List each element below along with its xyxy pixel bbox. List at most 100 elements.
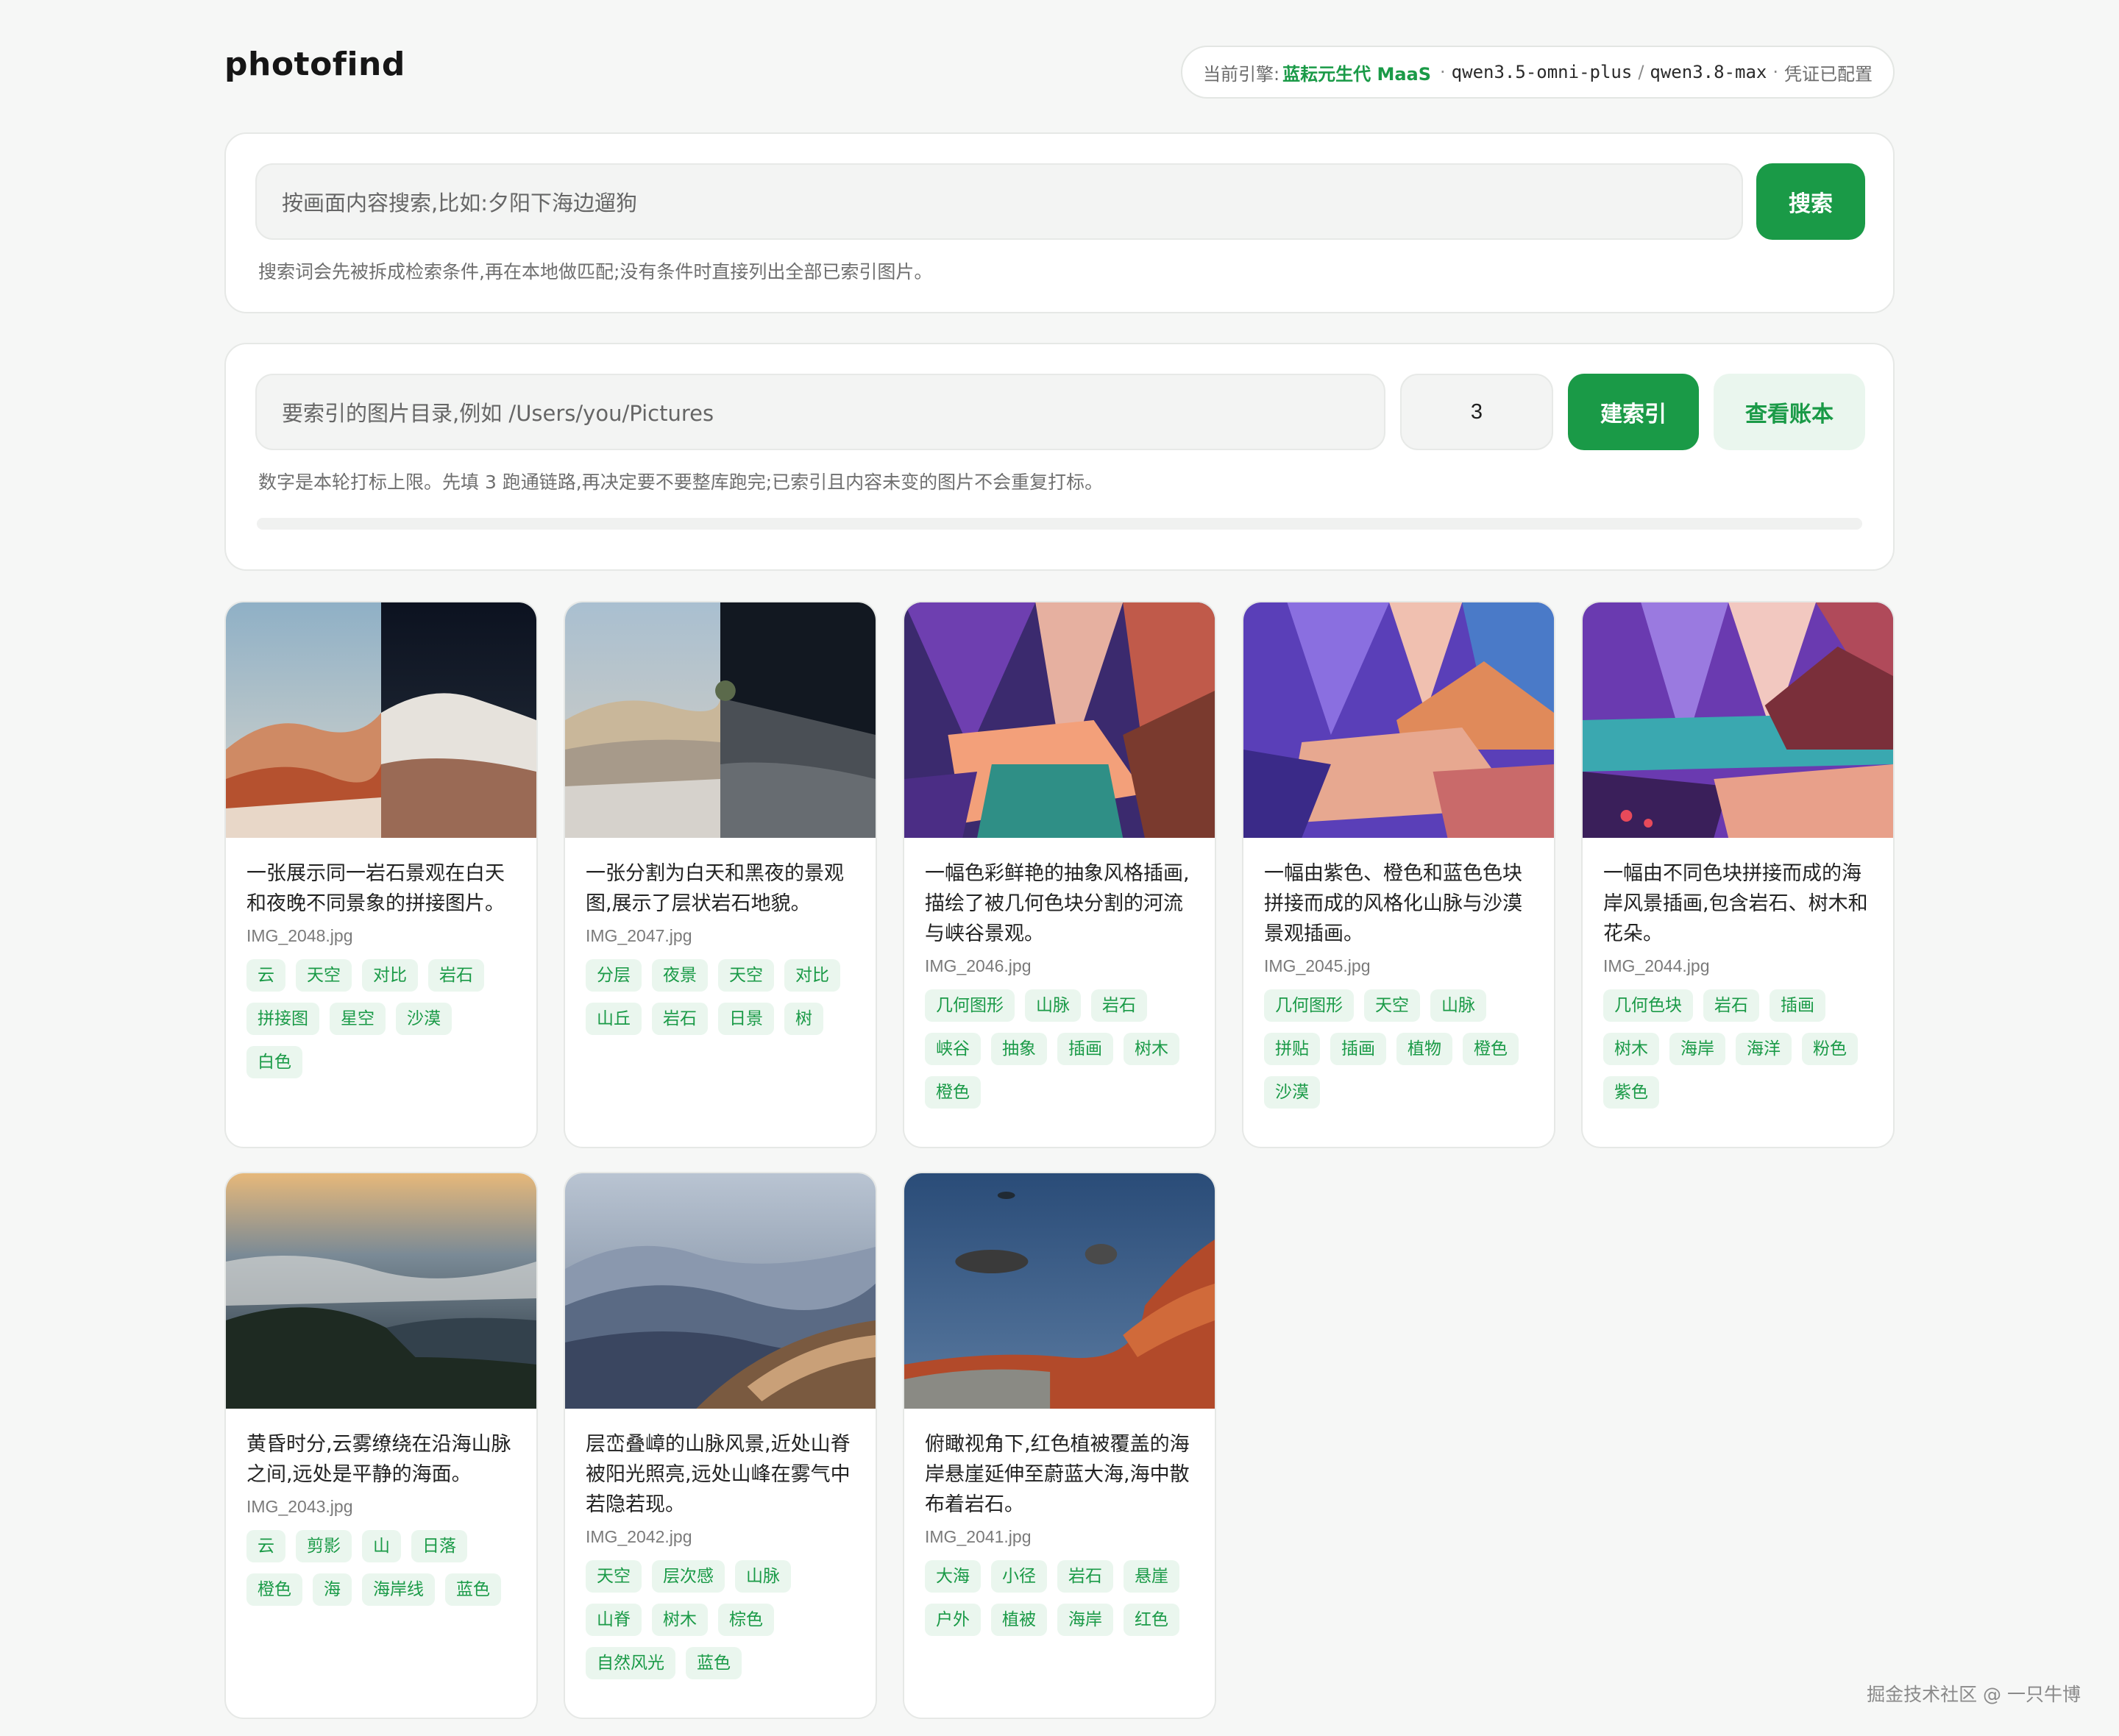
- tag[interactable]: 拼贴: [1264, 1033, 1320, 1065]
- tag[interactable]: 山: [362, 1530, 401, 1562]
- tag[interactable]: 岩石: [1091, 989, 1147, 1022]
- result-card[interactable]: 一幅色彩鲜艳的抽象风格插画,描绘了被几何色块分割的河流与峡谷景观。 IMG_20…: [903, 601, 1216, 1148]
- credential-status: 凭证已配置: [1784, 63, 1873, 85]
- tag[interactable]: 对比: [362, 959, 418, 992]
- tag[interactable]: 云: [246, 1530, 285, 1562]
- photo-thumbnail: [565, 602, 876, 838]
- tag[interactable]: 山脉: [735, 1560, 791, 1593]
- tag[interactable]: 分层: [586, 959, 642, 992]
- tag[interactable]: 粉色: [1802, 1033, 1858, 1065]
- result-card[interactable]: 一张展示同一岩石景观在白天和夜晚不同景象的拼接图片。 IMG_2048.jpg …: [224, 601, 538, 1148]
- limit-value: 3: [1470, 399, 1483, 424]
- tag[interactable]: 天空: [296, 959, 352, 992]
- build-index-button[interactable]: 建索引: [1568, 374, 1699, 450]
- tag[interactable]: 岩石: [652, 1003, 708, 1035]
- separator-slash: /: [1638, 62, 1644, 82]
- tag[interactable]: 紫色: [1603, 1076, 1659, 1109]
- photo-thumbnail: [226, 1173, 536, 1409]
- tag[interactable]: 橙色: [925, 1076, 981, 1109]
- tag[interactable]: 红色: [1124, 1604, 1179, 1636]
- tag[interactable]: 几何色块: [1603, 989, 1693, 1022]
- tag[interactable]: 岩石: [428, 959, 484, 992]
- tag[interactable]: 橙色: [246, 1573, 302, 1606]
- result-card[interactable]: 黄昏时分,云雾缭绕在沿海山脉之间,远处是平静的海面。 IMG_2043.jpg …: [224, 1172, 538, 1719]
- engine-model-primary: qwen3.5-omni-plus: [1451, 62, 1633, 82]
- tag[interactable]: 拼接图: [246, 1003, 319, 1035]
- tag[interactable]: 植物: [1396, 1033, 1452, 1065]
- directory-input[interactable]: 要索引的图片目录,例如 /Users/you/Pictures: [255, 374, 1385, 450]
- result-card[interactable]: 层峦叠嶂的山脉风景,近处山脊被阳光照亮,远处山峰在雾气中若隐若现。 IMG_20…: [564, 1172, 877, 1719]
- tag[interactable]: 海洋: [1736, 1033, 1792, 1065]
- engine-model-secondary: qwen3.8-max: [1650, 62, 1767, 82]
- tag[interactable]: 山丘: [586, 1003, 642, 1035]
- tag[interactable]: 海岸: [1669, 1033, 1725, 1065]
- card-filename: IMG_2048.jpg: [246, 926, 353, 945]
- card-filename: IMG_2047.jpg: [586, 926, 692, 945]
- header: photofind 当前引擎: 蓝耘元生代 MaaS · qwen3.5-omn…: [224, 0, 1895, 132]
- tag[interactable]: 树木: [1603, 1033, 1659, 1065]
- tag[interactable]: 插画: [1770, 989, 1825, 1022]
- engine-brand: 蓝耘元生代 MaaS: [1282, 63, 1432, 85]
- tag[interactable]: 岩石: [1057, 1560, 1113, 1593]
- photo-thumbnail: [226, 602, 536, 838]
- tag[interactable]: 蓝色: [445, 1573, 501, 1606]
- tag[interactable]: 自然风光: [586, 1647, 675, 1679]
- tag[interactable]: 云: [246, 959, 285, 992]
- tag[interactable]: 橙色: [1463, 1033, 1519, 1065]
- search-panel: 按画面内容搜索,比如:夕阳下海边遛狗 搜索 搜索词会先被拆成检索条件,再在本地做…: [224, 132, 1895, 313]
- tag[interactable]: 峡谷: [925, 1033, 981, 1065]
- card-filename: IMG_2045.jpg: [1264, 956, 1371, 975]
- tag[interactable]: 树: [784, 1003, 823, 1035]
- card-filename: IMG_2044.jpg: [1603, 956, 1710, 975]
- tag[interactable]: 日落: [411, 1530, 467, 1562]
- result-card[interactable]: 俯瞰视角下,红色植被覆盖的海岸悬崖延伸至蔚蓝大海,海中散布着岩石。 IMG_20…: [903, 1172, 1216, 1719]
- tag[interactable]: 插画: [1330, 1033, 1386, 1065]
- tag[interactable]: 对比: [784, 959, 840, 992]
- card-filename: IMG_2042.jpg: [586, 1527, 692, 1546]
- result-card[interactable]: 一幅由紫色、橙色和蓝色色块拼接而成的风格化山脉与沙漠景观插画。 IMG_2045…: [1242, 601, 1555, 1148]
- tag[interactable]: 日景: [718, 1003, 774, 1035]
- tag[interactable]: 悬崖: [1124, 1560, 1179, 1593]
- result-card[interactable]: 一幅由不同色块拼接而成的海岸风景插画,包含岩石、树木和花朵。 IMG_2044.…: [1581, 601, 1895, 1148]
- tag[interactable]: 沙漠: [1264, 1076, 1320, 1109]
- view-ledger-button[interactable]: 查看账本: [1714, 374, 1865, 450]
- tag[interactable]: 山脊: [586, 1604, 642, 1636]
- card-description: 一幅由不同色块拼接而成的海岸风景插画,包含岩石、树木和花朵。: [1603, 862, 1868, 945]
- tag[interactable]: 树木: [652, 1604, 708, 1636]
- tag[interactable]: 层次感: [652, 1560, 725, 1593]
- card-filename: IMG_2046.jpg: [925, 956, 1032, 975]
- tag[interactable]: 大海: [925, 1560, 981, 1593]
- result-card[interactable]: 一张分割为白天和黑夜的景观图,展示了层状岩石地貌。 IMG_2047.jpg 分…: [564, 601, 877, 1148]
- tag[interactable]: 几何图形: [1264, 989, 1354, 1022]
- tag[interactable]: 户外: [925, 1604, 981, 1636]
- tag[interactable]: 海岸: [1057, 1604, 1113, 1636]
- card-description: 层峦叠嶂的山脉风景,近处山脊被阳光照亮,远处山峰在雾气中若隐若现。: [586, 1433, 851, 1516]
- limit-input[interactable]: 3: [1400, 374, 1553, 450]
- tag[interactable]: 抽象: [991, 1033, 1047, 1065]
- tag[interactable]: 岩石: [1703, 989, 1759, 1022]
- tag[interactable]: 白色: [246, 1046, 302, 1078]
- tag[interactable]: 夜景: [652, 959, 708, 992]
- photo-thumbnail: [904, 602, 1215, 838]
- tag[interactable]: 海岸线: [362, 1573, 435, 1606]
- tag[interactable]: 山脉: [1430, 989, 1486, 1022]
- card-description: 黄昏时分,云雾缭绕在沿海山脉之间,远处是平静的海面。: [246, 1433, 511, 1486]
- tag[interactable]: 植被: [991, 1604, 1047, 1636]
- tag[interactable]: 小径: [991, 1560, 1047, 1593]
- tag[interactable]: 树木: [1124, 1033, 1179, 1065]
- tag[interactable]: 星空: [330, 1003, 386, 1035]
- tag[interactable]: 蓝色: [686, 1647, 742, 1679]
- tag[interactable]: 棕色: [718, 1604, 774, 1636]
- tag[interactable]: 天空: [1364, 989, 1420, 1022]
- tag[interactable]: 剪影: [296, 1530, 352, 1562]
- tag[interactable]: 天空: [586, 1560, 642, 1593]
- search-button[interactable]: 搜索: [1756, 163, 1865, 240]
- app-container: photofind 当前引擎: 蓝耘元生代 MaaS · qwen3.5-omn…: [224, 0, 1895, 571]
- tag[interactable]: 海: [313, 1573, 352, 1606]
- search-input[interactable]: 按画面内容搜索,比如:夕阳下海边遛狗: [255, 163, 1743, 240]
- tag[interactable]: 几何图形: [925, 989, 1015, 1022]
- tag[interactable]: 沙漠: [396, 1003, 452, 1035]
- tag[interactable]: 天空: [718, 959, 774, 992]
- tag[interactable]: 山脉: [1025, 989, 1081, 1022]
- tag[interactable]: 插画: [1057, 1033, 1113, 1065]
